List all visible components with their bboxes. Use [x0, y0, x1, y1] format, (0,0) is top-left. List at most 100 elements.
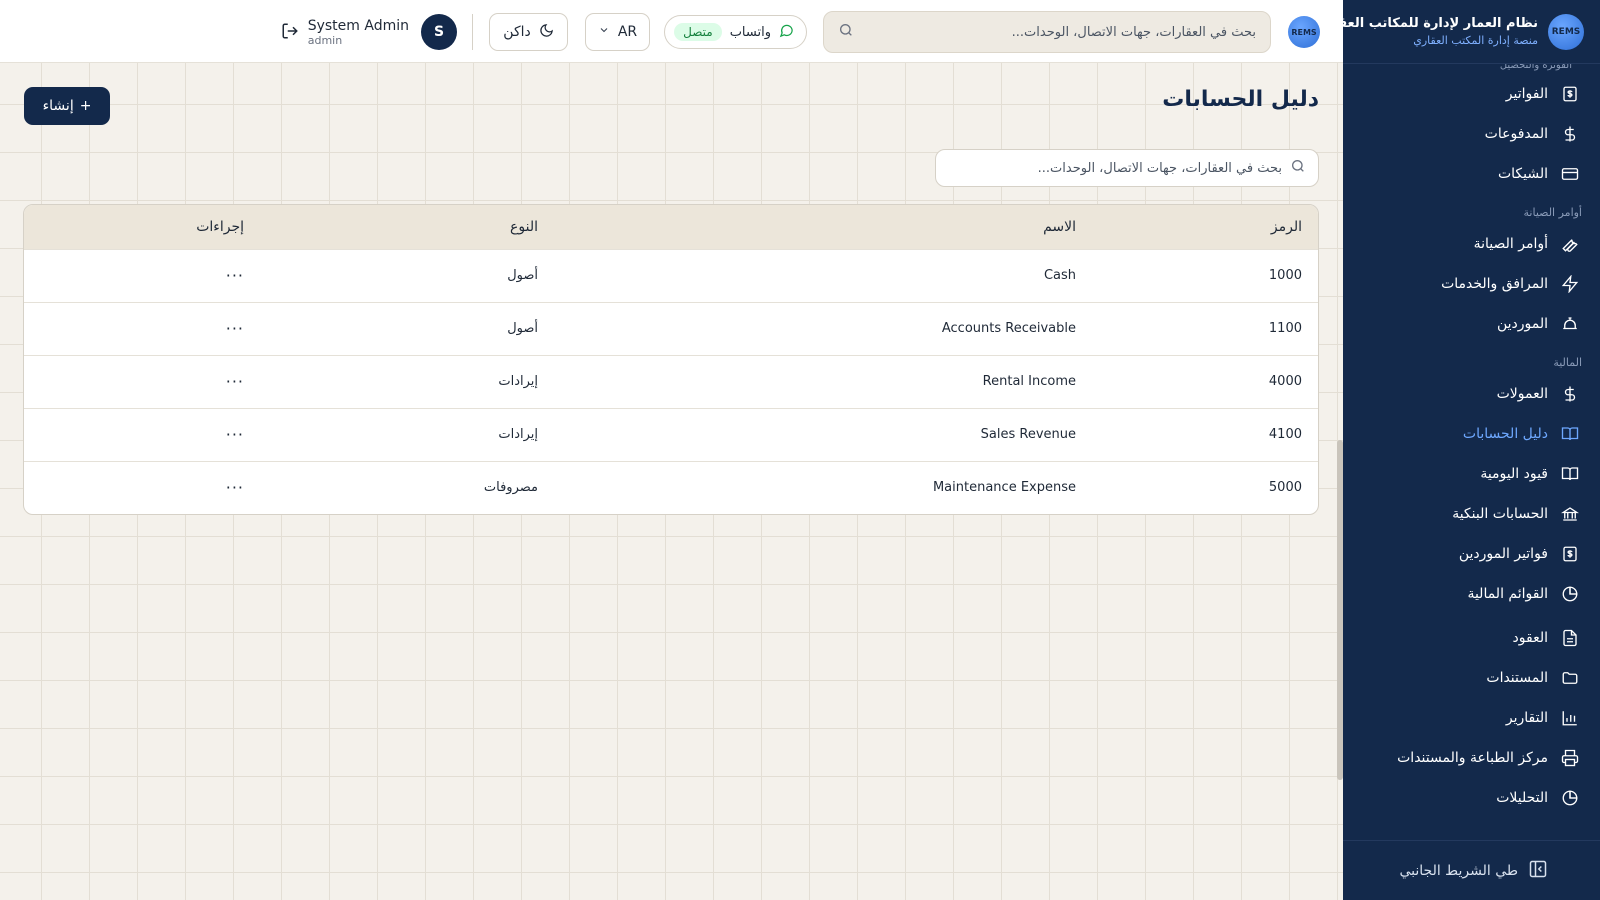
book-icon	[1560, 424, 1580, 444]
language-select[interactable]: AR	[585, 13, 650, 51]
divider	[472, 14, 473, 50]
sidebar: REMS نظام العمار لإدارة للمكاتب العقارية…	[1313, 0, 1600, 900]
header-logo[interactable]: REMS	[1288, 16, 1320, 48]
cell-name: Cash	[1043, 268, 1076, 283]
bolt-icon	[1560, 274, 1580, 294]
sidebar-item-label: المدفوعات	[1484, 126, 1548, 142]
sidebar-item-payments[interactable]: المدفوعات	[1343, 114, 1600, 154]
user-menu[interactable]: S System Admin admin	[308, 14, 457, 50]
theme-label: داكن	[503, 24, 531, 40]
sidebar-section-title: المالية	[1553, 355, 1582, 369]
printer-icon	[1560, 748, 1580, 768]
table-row[interactable]: 1000 Cash أصول ···	[24, 249, 1318, 302]
create-button[interactable]: + إنشاء	[24, 87, 110, 125]
global-search-input[interactable]	[864, 24, 1256, 40]
row-actions-button[interactable]: ···	[226, 266, 244, 285]
collapse-sidebar-label: طي الشريط الجانبي	[1399, 862, 1518, 879]
language-value: AR	[617, 24, 638, 40]
avatar[interactable]: S	[421, 14, 457, 50]
sidebar-item-analytics[interactable]: التحليلات	[1343, 778, 1600, 818]
whatsapp-label: واتساب	[729, 24, 771, 40]
column-header-name[interactable]: الاسم	[554, 205, 1092, 249]
sidebar-item-vendors[interactable]: الموردين	[1343, 304, 1600, 344]
sidebar-item-cheques[interactable]: الشيكات	[1343, 154, 1600, 194]
pie-chart-icon	[1560, 788, 1580, 808]
sidebar-item-label: الفواتير	[1505, 86, 1548, 102]
top-header: REMS واتساب متصل AR داكن S System Admin …	[0, 0, 1343, 63]
cell-name: Accounts Receivable	[941, 321, 1076, 336]
cell-type: أصول	[507, 268, 538, 283]
column-header-type[interactable]: النوع	[260, 205, 554, 249]
sidebar-item-label: التقارير	[1505, 710, 1548, 726]
sidebar-item-label: العمولات	[1496, 386, 1548, 402]
table-search[interactable]	[935, 149, 1319, 187]
table-row[interactable]: 4100 Sales Revenue إيرادات ···	[24, 408, 1318, 461]
brand-name: نظام العمار لإدارة للمكاتب العقارية	[1313, 16, 1538, 31]
collapse-sidebar-button[interactable]: طي الشريط الجانبي	[1343, 840, 1600, 900]
logout-button[interactable]	[281, 22, 299, 44]
credit-card-icon	[1560, 164, 1580, 184]
table-header-row: الرمز الاسم النوع إجراءات	[24, 205, 1318, 249]
row-actions-button[interactable]: ···	[226, 425, 244, 444]
cell-code: 1100	[1268, 321, 1302, 336]
sidebar-item-label: المرافق والخدمات	[1441, 276, 1548, 292]
sidebar-item-documents[interactable]: المستندات	[1343, 658, 1600, 698]
whatsapp-status-button[interactable]: واتساب متصل	[664, 15, 807, 49]
table-search-input[interactable]	[948, 160, 1282, 176]
column-header-code[interactable]: الرمز	[1092, 205, 1318, 249]
invoice-icon	[1560, 544, 1580, 564]
sidebar-item-journal-entries[interactable]: قيود اليومية	[1343, 454, 1600, 494]
cell-type: إيرادات	[498, 427, 538, 442]
brand-subtitle: منصة إدارة المكتب العقاري	[1413, 34, 1538, 47]
sidebar-item-label: أوامر الصيانة	[1473, 236, 1548, 252]
status-badge: متصل	[674, 23, 722, 41]
document-icon	[1560, 628, 1580, 648]
cell-code: 1000	[1268, 268, 1302, 283]
table-row[interactable]: 4000 Rental Income إيرادات ···	[24, 355, 1318, 408]
sidebar-item-vendor-bills[interactable]: فواتير الموردين	[1343, 534, 1600, 574]
theme-toggle-button[interactable]: داكن	[489, 13, 568, 51]
table-row[interactable]: 1100 Accounts Receivable أصول ···	[24, 302, 1318, 355]
sidebar-item-label: التحليلات	[1496, 790, 1548, 806]
logout-icon	[281, 23, 299, 44]
truck-icon	[1560, 314, 1580, 334]
sidebar-item-label: قيود اليومية	[1480, 466, 1548, 482]
sidebar-item-label: دليل الحسابات	[1462, 426, 1548, 442]
main-scrollbar[interactable]	[1337, 440, 1343, 780]
invoice-icon	[1560, 84, 1580, 104]
accounts-table: الرمز الاسم النوع إجراءات 1000 Cash أصول…	[24, 205, 1318, 514]
sidebar-item-reports[interactable]: التقارير	[1343, 698, 1600, 738]
sidebar-item-financial-statements[interactable]: القوائم المالية	[1343, 574, 1600, 614]
column-header-actions: إجراءات	[196, 218, 244, 235]
plus-icon: +	[79, 98, 92, 114]
sidebar-item-contracts[interactable]: العقود	[1343, 618, 1600, 658]
sidebar-item-commissions[interactable]: العمولات	[1343, 374, 1600, 414]
panel-collapse-icon	[1528, 859, 1548, 883]
bar-chart-icon	[1560, 708, 1580, 728]
sidebar-section-title: أوامر الصيانة	[1523, 205, 1582, 219]
table-row[interactable]: 5000 Maintenance Expense مصروفات ···	[24, 461, 1318, 514]
bank-icon	[1560, 504, 1580, 524]
cell-type: إيرادات	[498, 374, 538, 389]
row-actions-button[interactable]: ···	[226, 319, 244, 338]
book-icon	[1560, 464, 1580, 484]
sidebar-item-label: الموردين	[1496, 316, 1548, 332]
sidebar-nav: الفوترة والتحصيل الفواتير المدفوعات الشي…	[1343, 64, 1600, 838]
search-icon	[1290, 158, 1306, 178]
cell-code: 5000	[1268, 480, 1302, 496]
sidebar-item-print-center[interactable]: مركز الطباعة والمستندات	[1343, 738, 1600, 778]
sidebar-item-label: القوائم المالية	[1467, 586, 1548, 602]
sidebar-item-label: المستندات	[1486, 670, 1548, 686]
sidebar-item-invoices[interactable]: الفواتير	[1343, 74, 1600, 114]
row-actions-button[interactable]: ···	[226, 478, 244, 497]
sidebar-item-label: مركز الطباعة والمستندات	[1397, 750, 1548, 766]
sidebar-item-work-orders[interactable]: أوامر الصيانة	[1343, 224, 1600, 264]
sidebar-item-label: الحسابات البنكية	[1452, 506, 1548, 522]
sidebar-item-bank-accounts[interactable]: الحسابات البنكية	[1343, 494, 1600, 534]
sidebar-item-utilities[interactable]: المرافق والخدمات	[1343, 264, 1600, 304]
sidebar-item-chart-of-accounts[interactable]: دليل الحسابات	[1343, 414, 1600, 454]
global-search[interactable]	[823, 11, 1271, 53]
row-actions-button[interactable]: ···	[226, 372, 244, 391]
folder-icon	[1560, 668, 1580, 688]
sidebar-section-title: الفوترة والتحصيل	[1499, 64, 1572, 71]
